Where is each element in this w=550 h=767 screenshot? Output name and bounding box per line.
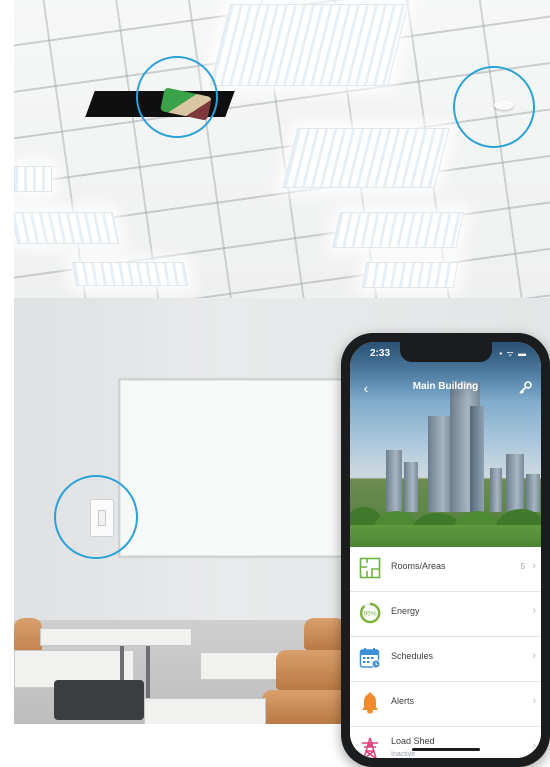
building-hero-image — [350, 342, 541, 547]
status-icons: ▪︎ ᯤ ▬ — [499, 349, 527, 358]
skyscraper — [428, 416, 452, 512]
menu-item-alerts[interactable]: Alerts › — [350, 682, 541, 727]
skyscraper — [386, 450, 402, 512]
skyscraper — [490, 468, 502, 512]
skyscraper — [506, 454, 524, 512]
ceiling-light — [209, 4, 409, 86]
menu-label: Alerts — [391, 696, 415, 706]
skyscraper — [470, 406, 484, 512]
menu-count: 5 — [520, 562, 525, 571]
menu-item-energy[interactable]: 95% Energy › — [350, 592, 541, 637]
ceiling-light — [14, 212, 120, 244]
menu-sub-status: Inactive — [391, 751, 416, 758]
highlight-circle-controller — [136, 56, 218, 138]
energy-percent: 95% — [363, 610, 376, 617]
nav-bar: ‹ Main Building — [350, 378, 541, 400]
menu-label: Energy — [391, 606, 420, 616]
menu-label: Load Shed — [391, 736, 435, 746]
menu-list: Rooms/Areas 5 › 95% Energy › Schedules ›… — [350, 547, 541, 758]
phone-screen: 2:33 ▪︎ ᯤ ▬ ‹ Main Building Rooms/Areas … — [350, 342, 541, 758]
highlight-circle-wall-switch — [54, 475, 138, 559]
chevron-right-icon: › — [532, 560, 536, 572]
ceiling-light — [14, 166, 52, 192]
desk — [40, 628, 192, 646]
desk — [144, 698, 266, 724]
chair — [304, 618, 346, 650]
back-button[interactable]: ‹ — [358, 379, 374, 397]
menu-item-rooms-areas[interactable]: Rooms/Areas 5 › — [350, 547, 541, 592]
calendar-icon — [359, 647, 381, 669]
whiteboard — [118, 378, 362, 558]
chevron-right-icon: › — [532, 695, 536, 707]
chair — [262, 690, 348, 724]
menu-label: Rooms/Areas — [391, 561, 446, 571]
highlight-circle-ceiling-sensor — [453, 66, 535, 148]
chevron-right-icon: › — [532, 650, 536, 662]
chevron-right-icon: › — [532, 605, 536, 617]
power-tower-icon — [359, 737, 381, 758]
ceiling-light — [332, 212, 464, 248]
desk-leg — [146, 646, 150, 706]
chair — [54, 680, 144, 720]
status-time: 2:33 — [370, 348, 391, 359]
chevron-right-icon: › — [532, 740, 536, 752]
lawn — [350, 525, 541, 547]
energy-gauge-icon: 95% — [359, 602, 381, 624]
menu-item-schedules[interactable]: Schedules › — [350, 637, 541, 682]
ceiling-light — [282, 128, 450, 188]
page-title: Main Building — [412, 381, 479, 392]
ceiling-light — [361, 262, 459, 288]
key-icon[interactable] — [517, 380, 533, 396]
phone-notch — [400, 342, 492, 362]
menu-label: Schedules — [391, 651, 434, 661]
desk — [200, 652, 282, 680]
chair — [276, 650, 350, 690]
home-indicator[interactable] — [412, 748, 480, 751]
menu-item-load-shed[interactable]: Load Shed Inactive › — [350, 727, 541, 758]
skyscraper — [526, 474, 540, 512]
skyscraper — [404, 462, 418, 512]
bell-icon — [359, 692, 381, 714]
ceiling-light — [71, 262, 189, 286]
smartphone: 2:33 ▪︎ ᯤ ▬ ‹ Main Building Rooms/Areas … — [341, 333, 550, 767]
floorplan-icon — [359, 557, 381, 579]
